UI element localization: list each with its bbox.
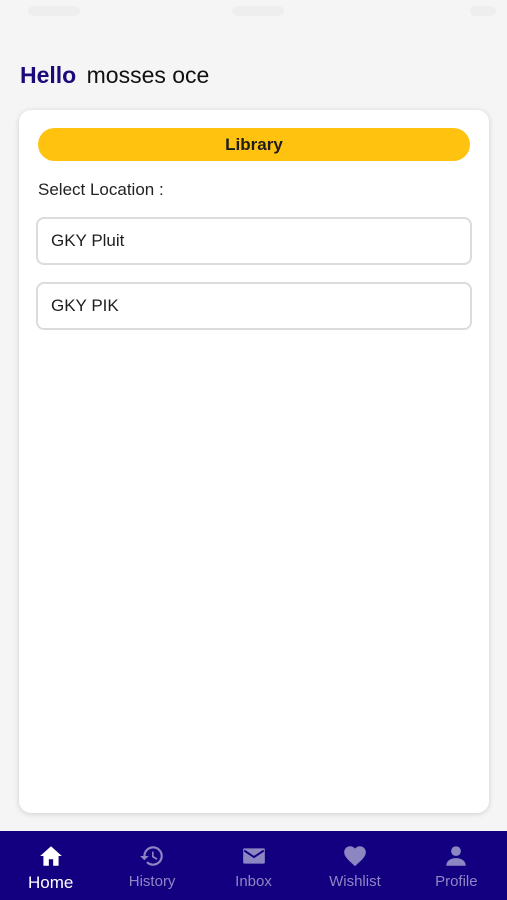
location-card: Library Select Location : GKY Pluit GKY … bbox=[19, 110, 489, 813]
home-icon bbox=[37, 842, 65, 870]
library-header: Library bbox=[38, 128, 470, 161]
tab-home[interactable]: Home bbox=[0, 831, 101, 900]
tab-history-label: History bbox=[128, 873, 176, 890]
bottom-tab-bar: Home History Inbox Wishlist Profile bbox=[0, 831, 507, 900]
history-icon bbox=[138, 842, 166, 870]
tab-history[interactable]: History bbox=[101, 831, 202, 900]
app-screen: Hello mosses oce Library Select Location… bbox=[0, 0, 507, 900]
heart-icon bbox=[341, 842, 369, 870]
location-option-gky-pik[interactable]: GKY PIK bbox=[36, 282, 472, 330]
greeting-user-name: mosses oce bbox=[86, 62, 210, 88]
greeting-hello: Hello bbox=[20, 62, 77, 88]
tab-inbox[interactable]: Inbox bbox=[203, 831, 304, 900]
person-icon bbox=[442, 842, 470, 870]
status-bar bbox=[0, 0, 507, 30]
tab-wishlist-label: Wishlist bbox=[329, 873, 381, 890]
select-location-label: Select Location : bbox=[38, 180, 164, 199]
battery-icon bbox=[470, 6, 496, 16]
tab-profile[interactable]: Profile bbox=[406, 831, 507, 900]
tab-wishlist[interactable]: Wishlist bbox=[304, 831, 405, 900]
location-option-gky-pluit[interactable]: GKY Pluit bbox=[36, 217, 472, 265]
mail-icon bbox=[240, 842, 268, 870]
tab-inbox-label: Inbox bbox=[235, 873, 272, 890]
tab-home-label: Home bbox=[28, 873, 74, 892]
status-time-placeholder bbox=[28, 6, 80, 16]
status-notch-placeholder bbox=[232, 6, 284, 16]
tab-profile-label: Profile bbox=[435, 873, 478, 890]
greeting: Hello mosses oce bbox=[20, 62, 209, 89]
